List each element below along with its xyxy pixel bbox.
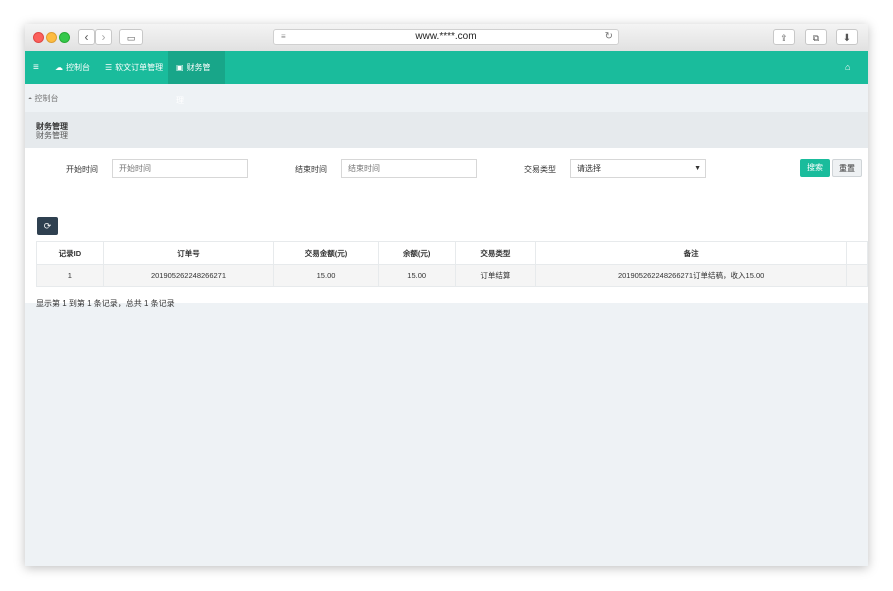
column-header-transaction-type[interactable]: 交易类型 xyxy=(454,241,537,265)
home-icon: ⌂ xyxy=(845,62,851,72)
cloud-icon: ☁ xyxy=(55,63,63,72)
browser-window: ‹ › ▭ ≡ www.****.com ↻ ⇪ ⧉ ⬇ ≡ ☁ 控制台 ☰ 软文订… xyxy=(25,24,868,566)
share-button[interactable]: ⇪ xyxy=(773,29,795,45)
cell-amount: 15.00 xyxy=(273,264,379,287)
dashboard-icon: ◓ xyxy=(28,96,33,103)
breadcrumb[interactable]: ◓ 控制台 xyxy=(28,93,58,104)
minimize-window-button[interactable] xyxy=(46,32,57,43)
list-icon: ☰ xyxy=(105,63,113,72)
cell-record-id: 1 xyxy=(36,264,104,287)
chevron-left-icon: ‹ xyxy=(84,30,89,44)
reader-icon: ≡ xyxy=(281,32,286,41)
column-header-balance[interactable]: 余额(元) xyxy=(377,241,456,265)
pagination-info: 显示第 1 到第 1 条记录，总共 1 条记录 xyxy=(36,299,175,308)
transaction-type-select[interactable]: 请选择 ▼ xyxy=(570,159,706,178)
column-header-record-id[interactable]: 记录ID xyxy=(36,241,104,265)
address-bar[interactable]: ≡ www.****.com ↻ xyxy=(273,29,619,45)
close-window-button[interactable] xyxy=(33,32,44,43)
top-navbar: ≡ ☁ 控制台 ☰ 软文订单管理 ▣ 财务管理 ⌂ xyxy=(25,51,868,105)
back-button[interactable]: ‹ xyxy=(78,29,95,45)
nav-item-label: 控制台 xyxy=(66,63,90,72)
content-panel: 开始时间 结束时间 交易类型 请选择 ▼ 搜索 重置 ⟳ 记录ID 订单号 交易… xyxy=(25,148,868,308)
breadcrumb-label: 控制台 xyxy=(34,94,59,103)
nav-item-finance[interactable]: ▣ 财务管理 xyxy=(168,51,225,105)
end-time-label: 结束时间 xyxy=(295,165,327,174)
money-icon: ▣ xyxy=(176,63,184,72)
chevron-right-icon: › xyxy=(101,30,106,44)
refresh-button[interactable]: ⟳ xyxy=(37,217,58,235)
nav-item-article-orders[interactable]: ☰ 软文订单管理 xyxy=(97,51,171,84)
nav-item-label: 软文订单管理 xyxy=(115,63,164,72)
forward-button[interactable]: › xyxy=(95,29,112,45)
transaction-type-value: 请选择 xyxy=(577,164,601,173)
start-time-input[interactable] xyxy=(112,159,248,178)
maximize-window-button[interactable] xyxy=(59,32,70,43)
menu-icon: ≡ xyxy=(33,62,39,73)
cell-spacer xyxy=(846,264,868,287)
share-icon: ⇪ xyxy=(780,33,788,43)
refresh-icon: ⟳ xyxy=(43,221,52,231)
sidebar-toggle-button[interactable]: ▭ xyxy=(119,29,143,45)
column-header-remark[interactable]: 备注 xyxy=(535,241,848,265)
tabs-icon: ⧉ xyxy=(812,33,820,43)
downloads-button[interactable]: ⬇ xyxy=(836,29,858,45)
search-button[interactable]: 搜索 xyxy=(800,159,830,177)
end-time-input[interactable] xyxy=(341,159,477,178)
menu-toggle-button[interactable]: ≡ xyxy=(25,51,47,84)
nav-item-dashboard[interactable]: ☁ 控制台 xyxy=(47,51,98,84)
tabs-button[interactable]: ⧉ xyxy=(805,29,827,45)
column-header-spacer xyxy=(846,241,868,265)
url-text: www.****.com xyxy=(415,31,477,42)
reload-icon[interactable]: ↻ xyxy=(605,30,613,44)
sidebar-icon: ▭ xyxy=(126,33,136,43)
page-header: 财务管理 财务管理 xyxy=(25,112,868,148)
page-subtitle: 财务管理 xyxy=(36,131,68,140)
table-header-row: 记录ID 订单号 交易金额(元) 余额(元) 交易类型 备注 xyxy=(36,241,868,265)
start-time-label: 开始时间 xyxy=(66,165,98,174)
caret-down-icon: ▼ xyxy=(694,165,701,172)
transaction-type-label: 交易类型 xyxy=(524,165,556,174)
reset-button[interactable]: 重置 xyxy=(832,159,862,177)
browser-titlebar: ‹ › ▭ ≡ www.****.com ↻ ⇪ ⧉ ⬇ xyxy=(25,24,868,52)
column-header-amount[interactable]: 交易金额(元) xyxy=(273,241,379,265)
finance-table: 记录ID 订单号 交易金额(元) 余额(元) 交易类型 备注 1 2019052… xyxy=(36,241,868,287)
cell-remark: 201905262248266271订单结稿，收入15.00 xyxy=(535,264,848,287)
download-icon: ⬇ xyxy=(842,33,852,44)
table-row[interactable]: 1 201905262248266271 15.00 15.00 订单结算 20… xyxy=(36,264,868,287)
home-button[interactable]: ⌂ xyxy=(837,51,858,84)
cell-transaction-type: 订单结算 xyxy=(454,264,537,287)
cell-order-number: 201905262248266271 xyxy=(102,264,275,287)
cell-balance: 15.00 xyxy=(377,264,456,287)
column-header-order-number[interactable]: 订单号 xyxy=(102,241,275,265)
